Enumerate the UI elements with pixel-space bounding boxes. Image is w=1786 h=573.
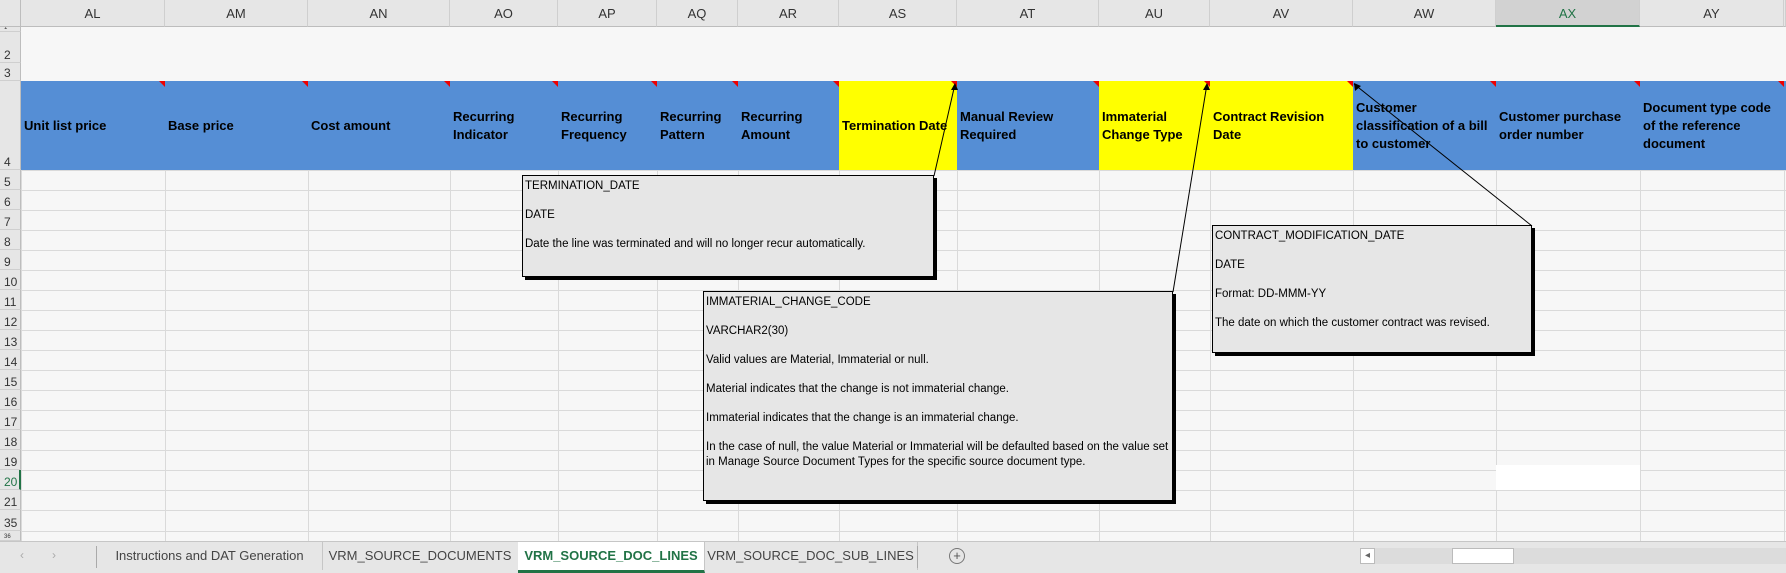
comment-line: The date on which the customer contract … <box>1215 317 1490 329</box>
horizontal-scrollbar[interactable]: ◂ <box>1360 548 1786 564</box>
comment-line: TERMINATION_DATE <box>525 180 640 192</box>
connector-termination <box>933 83 956 177</box>
sheet-tab-bar: ‹ › Instructions and DAT Generation VRM_S… <box>0 541 1786 573</box>
comment-line: In the case of null, the value Material … <box>706 441 1169 468</box>
comment-line: Date the line was terminated and will no… <box>525 238 866 250</box>
sheet-tab-vrm-source-doc-sub-lines[interactable]: VRM_SOURCE_DOC_SUB_LINES <box>704 542 918 570</box>
new-sheet-button[interactable]: + <box>949 548 965 564</box>
scroll-left-icon[interactable]: ◂ <box>1360 548 1375 564</box>
scroll-tabs-left-icon[interactable]: ‹ <box>20 548 24 562</box>
comment-line: Format: DD-MMM-YY <box>1215 288 1327 300</box>
connector-contract <box>1353 83 1533 227</box>
comment-contract-modification-date[interactable]: CONTRACT_MODIFICATION_DATE DATE Format: DD… <box>1212 225 1532 353</box>
sheet-tab-vrm-source-doc-lines[interactable]: VRM_SOURCE_DOC_LINES <box>518 542 705 573</box>
comment-line: Valid values are Material, Immaterial or… <box>706 354 929 366</box>
comment-immaterial-change-code[interactable]: IMMATERIAL_CHANGE_CODE VARCHAR2(30) Valid … <box>703 291 1173 501</box>
comment-line: CONTRACT_MODIFICATION_DATE <box>1215 230 1405 242</box>
comment-line: VARCHAR2(30) <box>706 325 789 337</box>
comment-termination-date[interactable]: TERMINATION_DATE DATE Date the line was te… <box>522 175 934 277</box>
scroll-tabs-right-icon[interactable]: › <box>52 548 56 562</box>
comment-line: DATE <box>525 209 555 221</box>
sheet-tab-vrm-source-documents[interactable]: VRM_SOURCE_DOCUMENTS <box>322 542 519 570</box>
sheet-tab-instructions-and-dat-generation[interactable]: Instructions and DAT Generation <box>97 542 323 570</box>
comment-line: IMMATERIAL_CHANGE_CODE <box>706 296 871 308</box>
connector-immaterial <box>1172 83 1208 293</box>
scrollbar-thumb[interactable] <box>1452 548 1514 564</box>
comment-line: Material indicates that the change is no… <box>706 383 1009 395</box>
comment-line: Immaterial indicates that the change is … <box>706 412 1019 424</box>
comment-line: DATE <box>1215 259 1245 271</box>
